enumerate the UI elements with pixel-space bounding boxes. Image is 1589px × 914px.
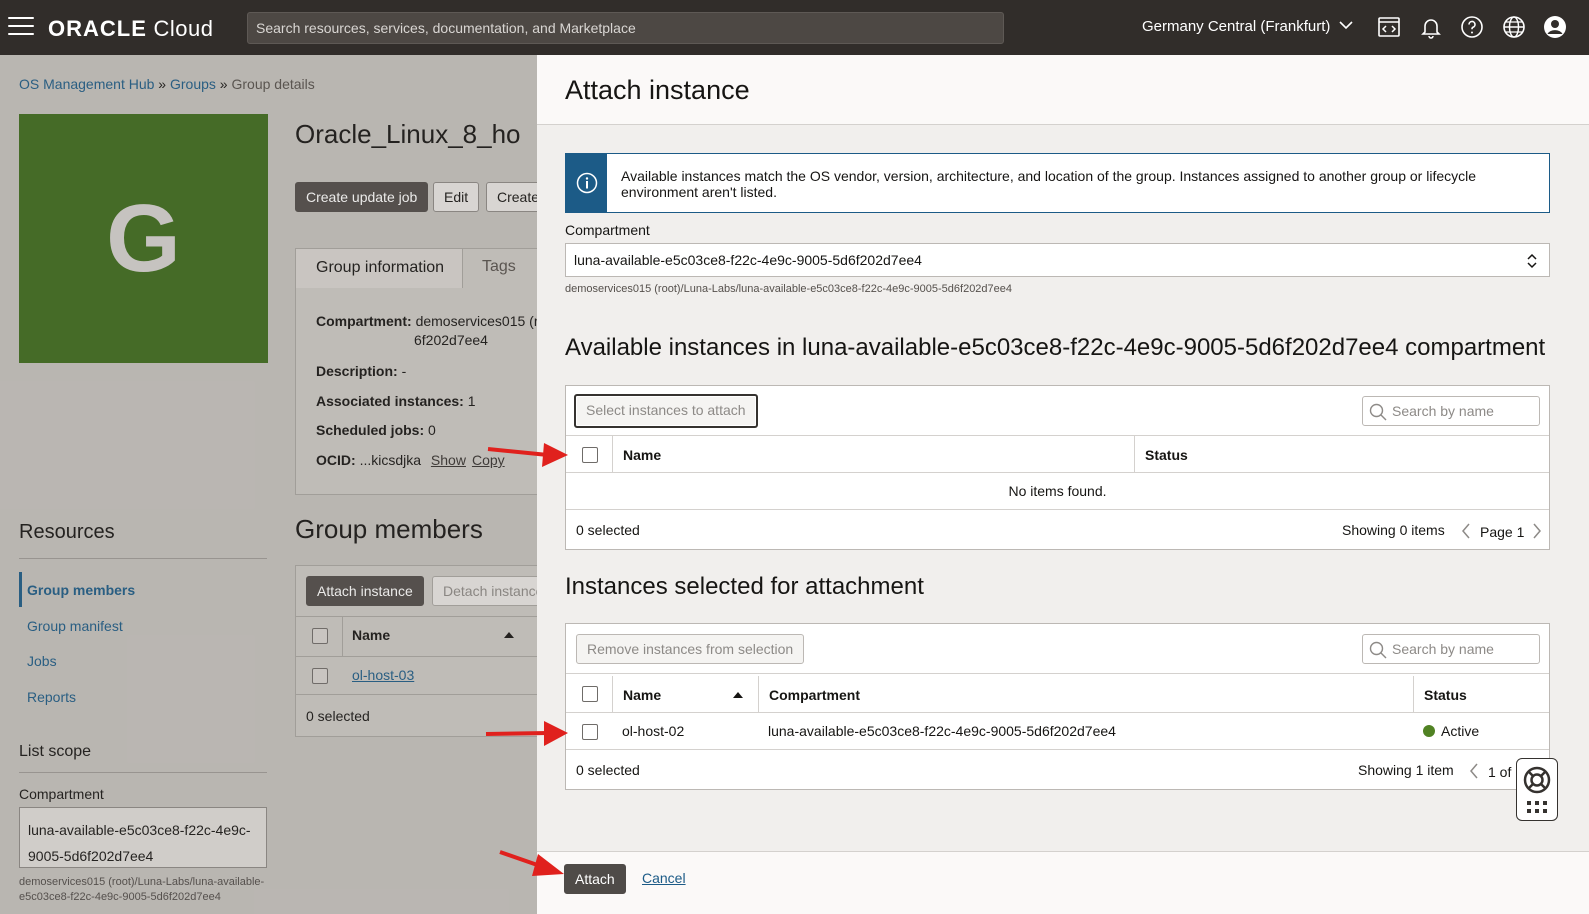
- top-bar: ORACLE Cloud Search resources, services,…: [0, 0, 1589, 55]
- selected-search-input[interactable]: Search by name: [1362, 634, 1540, 664]
- page-indicator: Page 1: [1480, 524, 1525, 540]
- attach-button[interactable]: Attach: [564, 864, 626, 894]
- instance-name: ol-host-02: [622, 723, 685, 739]
- annotation-arrow-icon: [485, 721, 568, 746]
- search-icon: [1369, 403, 1387, 421]
- table-row: ol-host-02 luna-available-e5c03ce8-f22c-…: [566, 713, 1549, 750]
- table-footer: 0 selected Showing 0 items Page 1: [566, 510, 1549, 550]
- selected-count: 0 selected: [576, 522, 640, 538]
- instance-status: Active: [1413, 713, 1489, 750]
- code-editor-icon[interactable]: [1377, 15, 1401, 39]
- name-column-header[interactable]: Name: [612, 436, 1134, 473]
- help-icon[interactable]: [1460, 15, 1484, 39]
- sort-ascending-icon: [733, 692, 743, 698]
- oracle-cloud-logo[interactable]: ORACLE Cloud: [48, 16, 214, 42]
- annotation-arrow-icon: [499, 850, 564, 876]
- select-all-checkbox[interactable]: [582, 447, 598, 463]
- select-instances-button[interactable]: Select instances to attach: [574, 394, 758, 428]
- bell-icon[interactable]: [1419, 15, 1443, 39]
- selected-count: 0 selected: [576, 762, 640, 778]
- globe-icon[interactable]: [1502, 15, 1526, 39]
- global-search-input[interactable]: Search resources, services, documentatio…: [247, 12, 1004, 44]
- group-details-page: OS Management Hub » Groups » Group detai…: [0, 55, 537, 914]
- available-instances-table: Select instances to attach Search by nam…: [565, 385, 1550, 550]
- compartment-column-header[interactable]: Compartment: [758, 676, 1413, 713]
- status-column-header[interactable]: Status: [1134, 436, 1549, 473]
- instance-compartment: luna-available-e5c03ce8-f22c-4e9c-9005-5…: [768, 723, 1116, 739]
- status-active-icon: [1423, 725, 1435, 737]
- showing-count: Showing 1 item: [1358, 762, 1454, 778]
- attach-instance-drawer: Attach instance Available instances matc…: [537, 55, 1589, 914]
- compartment-select[interactable]: luna-available-e5c03ce8-f22c-4e9c-9005-5…: [565, 243, 1550, 277]
- modal-overlay[interactable]: [0, 55, 537, 914]
- table-header: Name Compartment Status: [566, 676, 1549, 713]
- selected-instances-title: Instances selected for attachment: [565, 573, 924, 600]
- status-column-header[interactable]: Status: [1413, 676, 1549, 713]
- selected-instances-table: Remove instances from selection Search b…: [565, 623, 1550, 790]
- notice-text: Available instances match the OS vendor,…: [621, 168, 1477, 200]
- user-icon[interactable]: [1543, 15, 1567, 39]
- available-search-input[interactable]: Search by name: [1362, 396, 1540, 426]
- drawer-header: Attach instance: [537, 55, 1589, 125]
- table-footer: 0 selected Showing 1 item 1 of: [566, 750, 1549, 790]
- compartment-path: demoservices015 (root)/Luna-Labs/luna-av…: [565, 283, 1013, 295]
- help-widget[interactable]: [1516, 758, 1558, 821]
- showing-count: Showing 0 items: [1342, 522, 1445, 538]
- empty-row: No items found.: [566, 473, 1549, 510]
- drawer-title: Attach instance: [565, 75, 750, 105]
- lifebuoy-icon: [1523, 766, 1551, 794]
- table-toolbar: Remove instances from selection Search b…: [566, 624, 1549, 674]
- table-header: Name Status: [566, 436, 1549, 473]
- search-icon: [1369, 641, 1387, 659]
- region-selector[interactable]: Germany Central (Frankfurt): [1142, 18, 1353, 35]
- remove-instances-button[interactable]: Remove instances from selection: [576, 634, 805, 664]
- chevron-right-icon[interactable]: [1532, 523, 1542, 539]
- menu-icon[interactable]: [8, 17, 34, 37]
- page-indicator: 1 of: [1488, 764, 1512, 780]
- chevron-updown-icon: [1527, 253, 1537, 269]
- empty-message: No items found.: [1008, 483, 1107, 499]
- info-notice: Available instances match the OS vendor,…: [565, 153, 1550, 213]
- info-icon: [566, 154, 607, 212]
- row-checkbox[interactable]: [582, 724, 598, 740]
- available-instances-title: Available instances in luna-available-e5…: [565, 334, 1546, 361]
- select-all-checkbox[interactable]: [582, 686, 598, 702]
- apps-grid-icon: [1527, 801, 1547, 813]
- table-toolbar: Select instances to attach Search by nam…: [566, 386, 1549, 436]
- compartment-label: Compartment: [565, 222, 650, 238]
- drawer-footer: Attach Cancel: [537, 851, 1589, 914]
- annotation-arrow-icon: [487, 443, 568, 467]
- cancel-link[interactable]: Cancel: [642, 870, 686, 886]
- chevron-down-icon: [1338, 21, 1353, 30]
